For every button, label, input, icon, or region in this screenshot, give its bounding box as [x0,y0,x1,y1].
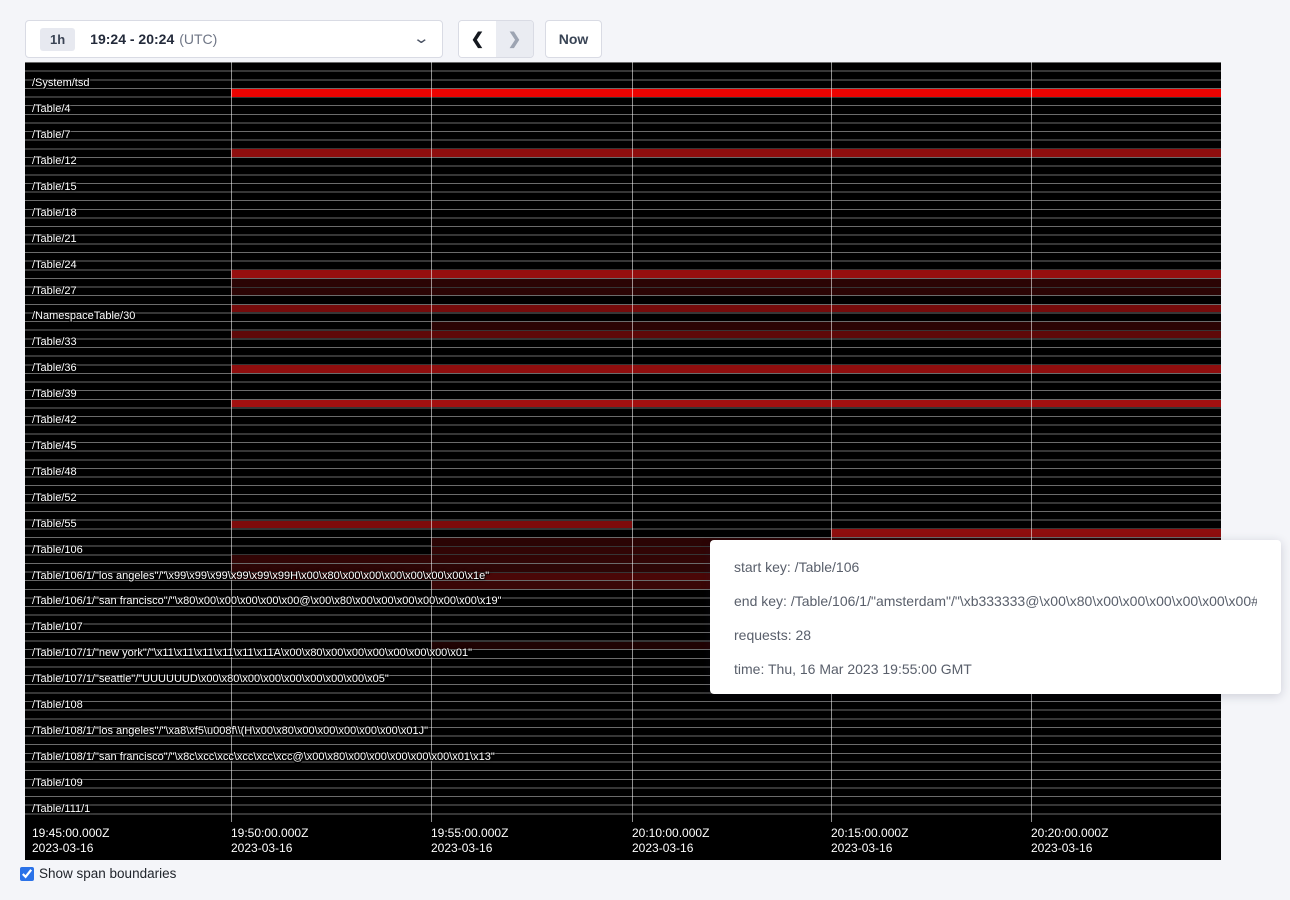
key-span-label: /Table/109 [32,778,83,789]
tooltip-end-key: end key: /Table/106/1/"amsterdam"/"\xb33… [734,584,1257,618]
range-timezone: (UTC) [179,31,217,47]
x-axis-tick: 19:55:00.000Z2023-03-16 [431,826,508,856]
x-axis-tick: 19:50:00.000Z2023-03-16 [231,826,308,856]
key-span-label: /Table/15 [32,182,77,193]
tick-time: 19:50:00.000Z [231,826,308,841]
heat-band[interactable] [231,270,1221,278]
prev-time-button[interactable]: ❮ [459,21,496,57]
key-span-label: /Table/39 [32,389,77,400]
tick-time: 20:20:00.000Z [1031,826,1108,841]
key-span-label: /Table/107/1/"seattle"/"UUUUUUD\x00\x80\… [32,674,389,685]
key-span-label: /Table/4 [32,104,71,115]
tick-date: 2023-03-16 [431,841,508,856]
tick-time: 20:15:00.000Z [831,826,908,841]
key-span-label: /Table/36 [32,363,77,374]
key-span-label: /Table/106/1/"los angeles"/"\x99\x99\x99… [32,571,489,582]
key-span-label: /Table/48 [32,467,77,478]
span-boundary-line [231,62,232,822]
span-boundary-line [431,62,432,822]
time-nav-group: ❮ ❯ [458,20,534,58]
heat-band[interactable] [231,89,1221,97]
key-span-label: /Table/33 [32,337,77,348]
key-span-label: /Table/24 [32,260,77,271]
footer-options: Show span boundaries [20,866,176,881]
tick-time: 19:55:00.000Z [431,826,508,841]
key-span-label: /Table/27 [32,286,77,297]
heat-band[interactable] [231,288,1221,296]
span-tooltip: start key: /Table/106 end key: /Table/10… [710,540,1281,694]
next-time-button[interactable]: ❯ [496,21,533,57]
key-span-label: /Table/55 [32,519,77,530]
chevron-down-icon: ⌄ [413,34,431,44]
heat-band[interactable] [231,305,1221,313]
key-span-label: /Table/18 [32,208,77,219]
span-boundary-line [1031,62,1032,822]
tick-time: 19:45:00.000Z [32,826,109,841]
key-span-label: /Table/7 [32,130,71,141]
heat-band[interactable] [231,279,1221,287]
key-span-label: /Table/21 [32,234,77,245]
x-axis-tick: 20:20:00.000Z2023-03-16 [1031,826,1108,856]
key-span-label: /Table/108/1/"san francisco"/"\x8c\xcc\x… [32,752,495,763]
tick-date: 2023-03-16 [632,841,709,856]
tick-date: 2023-03-16 [831,841,908,856]
span-boundary-line [632,62,633,822]
tick-date: 2023-03-16 [231,841,308,856]
x-axis-tick: 19:45:00.000Z2023-03-16 [32,826,109,856]
key-span-label: /Table/12 [32,156,77,167]
key-span-label: /NamespaceTable/30 [32,311,135,322]
key-span-label: /Table/108/1/"los angeles"/"\xa8\xf5\u00… [32,726,428,737]
tooltip-start-key: start key: /Table/106 [734,550,1257,584]
tick-date: 2023-03-16 [1031,841,1108,856]
time-range-selector[interactable]: 1h 19:24 - 20:24 (UTC) ⌄ [25,20,443,58]
heat-band[interactable] [431,322,1221,330]
heat-band[interactable] [231,149,1221,157]
key-span-label: /System/tsd [32,78,89,89]
heatmap-rows-layer: /System/tsd/Table/4/Table/7/Table/12/Tab… [25,62,1221,822]
range-text: 19:24 - 20:24 [90,31,174,47]
tooltip-requests: requests: 28 [734,618,1257,652]
key-span-label: /Table/52 [32,493,77,504]
span-boundaries-label: Show span boundaries [39,866,176,881]
key-span-label: /Table/107 [32,622,83,633]
key-visualizer-canvas[interactable]: /System/tsd/Table/4/Table/7/Table/12/Tab… [25,62,1221,860]
key-span-label: /Table/45 [32,441,77,452]
key-span-label: /Table/108 [32,700,83,711]
tick-time: 20:10:00.000Z [632,826,709,841]
span-boundaries-checkbox[interactable] [20,867,34,881]
heat-band[interactable] [231,400,1221,408]
now-button[interactable]: Now [545,20,602,58]
heat-band[interactable] [231,365,1221,373]
key-span-label: /Table/111/1 [32,804,90,815]
key-span-label: /Table/106/1/"san francisco"/"\x80\x00\x… [32,596,502,607]
heat-band[interactable] [231,331,1221,339]
key-span-label: /Table/107/1/"new york"/"\x11\x11\x11\x1… [32,648,472,659]
key-span-label: /Table/42 [32,415,77,426]
tick-date: 2023-03-16 [32,841,109,856]
x-axis-tick: 20:10:00.000Z2023-03-16 [632,826,709,856]
heat-band[interactable] [831,529,1221,537]
range-duration-badge: 1h [40,28,75,51]
x-axis-tick: 20:15:00.000Z2023-03-16 [831,826,908,856]
span-boundary-line [831,62,832,822]
key-span-label: /Table/106 [32,545,83,556]
tooltip-time: time: Thu, 16 Mar 2023 19:55:00 GMT [734,652,1257,686]
